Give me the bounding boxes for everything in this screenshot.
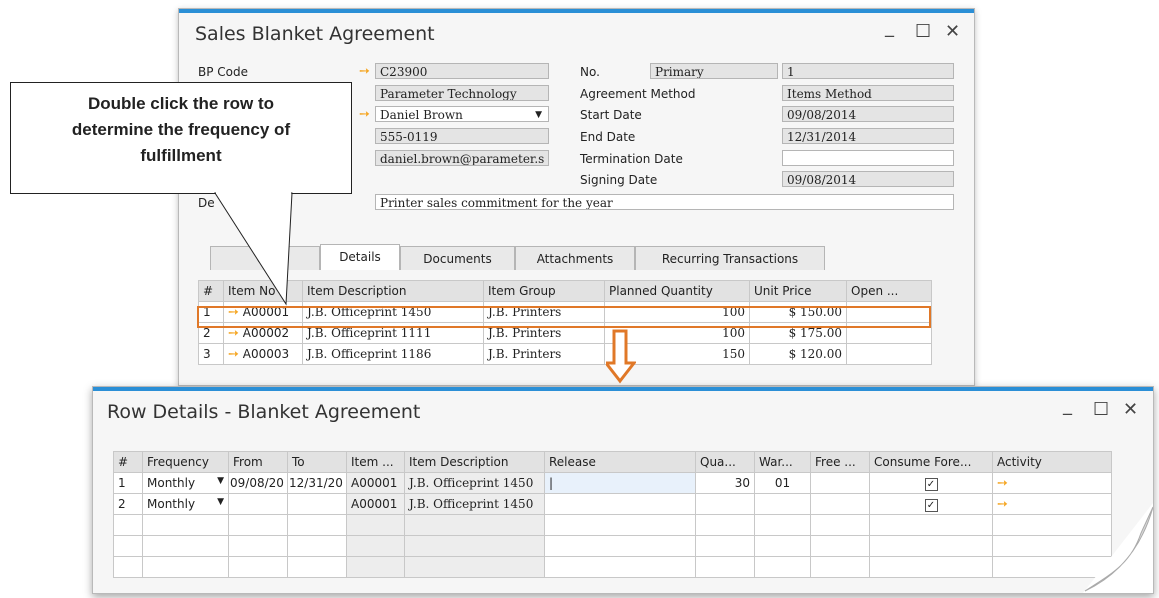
signing-date-field[interactable]: 09/08/2014 [782,171,954,187]
tab-attachments[interactable]: Attachments [515,246,635,270]
link-arrow-icon[interactable]: ➙ [997,476,1008,491]
start-date-field[interactable]: 09/08/2014 [782,106,954,122]
table-row[interactable]: 3 ➙ A00003 J.B. Officeprint 1186 J.B. Pr… [198,343,932,365]
col-header[interactable]: Item Description [404,451,545,473]
down-arrow-icon [606,329,636,384]
open-cell[interactable] [846,343,932,365]
minimize-button[interactable]: _ [1063,395,1072,416]
doc-number-field[interactable]: 1 [782,63,954,79]
col-header: # [113,451,143,473]
col-header[interactable]: Unit Price [749,280,847,302]
warehouse-cell[interactable]: 01 [754,472,811,494]
row-details-grid: # Frequency From To Item ... Item Descri… [113,451,1112,578]
release-cell[interactable]: | [544,472,696,494]
bp-name-field[interactable]: Parameter Technology [375,85,549,101]
maximize-button[interactable]: ☐ [915,21,931,42]
dropdown-arrow-icon[interactable]: ▼ [217,497,224,507]
col-header[interactable]: War... [754,451,811,473]
col-header[interactable]: Item ... [346,451,405,473]
free-cell[interactable] [810,493,870,515]
consume-forecast-cell[interactable]: ✓ [869,472,993,494]
row-number: 3 [198,343,224,365]
warehouse-cell[interactable] [754,493,811,515]
col-header[interactable]: From [228,451,288,473]
from-date-cell[interactable] [228,493,288,515]
frequency-select[interactable]: Monthly ▼ [142,493,229,515]
to-date-cell[interactable] [287,493,347,515]
no-label: No. [580,65,600,79]
from-date-cell[interactable]: 09/08/20 [228,472,288,494]
col-header[interactable]: Item Group [483,280,605,302]
item-cell: A00001 [346,472,405,494]
row-number: 2 [113,493,143,515]
window-title: Row Details - Blanket Agreement [107,401,421,423]
window-accent-bar [93,387,1153,391]
end-date-field[interactable]: 12/31/2014 [782,128,954,144]
item-no-cell[interactable]: ➙ A00003 [223,343,303,365]
col-header[interactable]: Release [544,451,696,473]
item-description-cell[interactable]: J.B. Officeprint 1186 [302,343,484,365]
dropdown-arrow-icon[interactable]: ▼ [535,107,542,121]
col-header[interactable]: Planned Quantity [604,280,750,302]
email-field[interactable]: daniel.brown@parameter.s [375,150,549,166]
telephone-field[interactable]: 555-0119 [375,128,549,144]
empty-row[interactable] [113,514,1112,536]
table-row[interactable]: 1 Monthly ▼ 09/08/20 12/31/20 A00001 J.B… [113,472,1112,494]
item-description-cell: J.B. Officeprint 1450 [404,493,545,515]
quantity-cell[interactable]: 30 [695,472,755,494]
to-date-cell[interactable]: 12/31/20 [287,472,347,494]
dropdown-arrow-icon[interactable]: ▼ [217,476,224,486]
link-arrow-icon[interactable]: ➙ [997,497,1008,512]
tab-recurring-transactions[interactable]: Recurring Transactions [635,246,825,270]
col-header[interactable]: Frequency [142,451,229,473]
item-description-cell: J.B. Officeprint 1450 [404,472,545,494]
maximize-button[interactable]: ☐ [1093,399,1109,420]
description-field[interactable]: Printer sales commitment for the year [375,194,954,210]
item-cell: A00001 [346,493,405,515]
callout-pointer [214,192,293,306]
empty-row[interactable] [113,556,1112,578]
col-header[interactable]: Consume Fore... [869,451,993,473]
empty-row[interactable] [113,535,1112,557]
col-header[interactable]: Free ... [810,451,870,473]
series-field[interactable]: Primary [650,63,778,79]
start-date-label: Start Date [580,108,642,122]
link-arrow-icon[interactable]: ➙ [228,347,239,362]
col-header[interactable]: Activity [992,451,1112,473]
unit-price-cell[interactable]: $ 120.00 [749,343,847,365]
minimize-button[interactable]: _ [885,17,894,38]
termination-date-field[interactable] [782,150,954,166]
row-details-window: Row Details - Blanket Agreement _ ☐ ✕ # … [92,386,1154,594]
contact-person-select[interactable]: Daniel Brown ▼ [375,106,549,122]
checkbox[interactable]: ✓ [924,477,938,491]
frequency-select[interactable]: Monthly ▼ [142,472,229,494]
close-button[interactable]: ✕ [945,21,960,42]
release-cell[interactable] [544,493,696,515]
quantity-cell[interactable] [695,493,755,515]
signing-date-label: Signing Date [580,173,658,187]
close-button[interactable]: ✕ [1123,399,1138,420]
col-header[interactable]: To [287,451,347,473]
grid-header-row: # Frequency From To Item ... Item Descri… [113,451,1112,473]
item-group-cell[interactable]: J.B. Printers [483,343,605,365]
bp-code-field[interactable]: C23900 [375,63,549,79]
col-header[interactable]: Open ... [846,280,932,302]
termination-date-label: Termination Date [580,152,683,166]
agreement-method-field[interactable]: Items Method [782,85,954,101]
checkbox[interactable]: ✓ [924,498,938,512]
free-cell[interactable] [810,472,870,494]
page-curl [1083,503,1153,593]
tab-documents[interactable]: Documents [400,246,515,270]
col-header[interactable]: Qua... [695,451,755,473]
consume-forecast-cell[interactable]: ✓ [869,493,993,515]
end-date-label: End Date [580,130,636,144]
table-row[interactable]: 2 Monthly ▼ A00001 J.B. Officeprint 1450… [113,493,1112,515]
row-number: 1 [113,472,143,494]
agreement-method-label: Agreement Method [580,87,696,101]
activity-cell[interactable]: ➙ [992,472,1112,494]
